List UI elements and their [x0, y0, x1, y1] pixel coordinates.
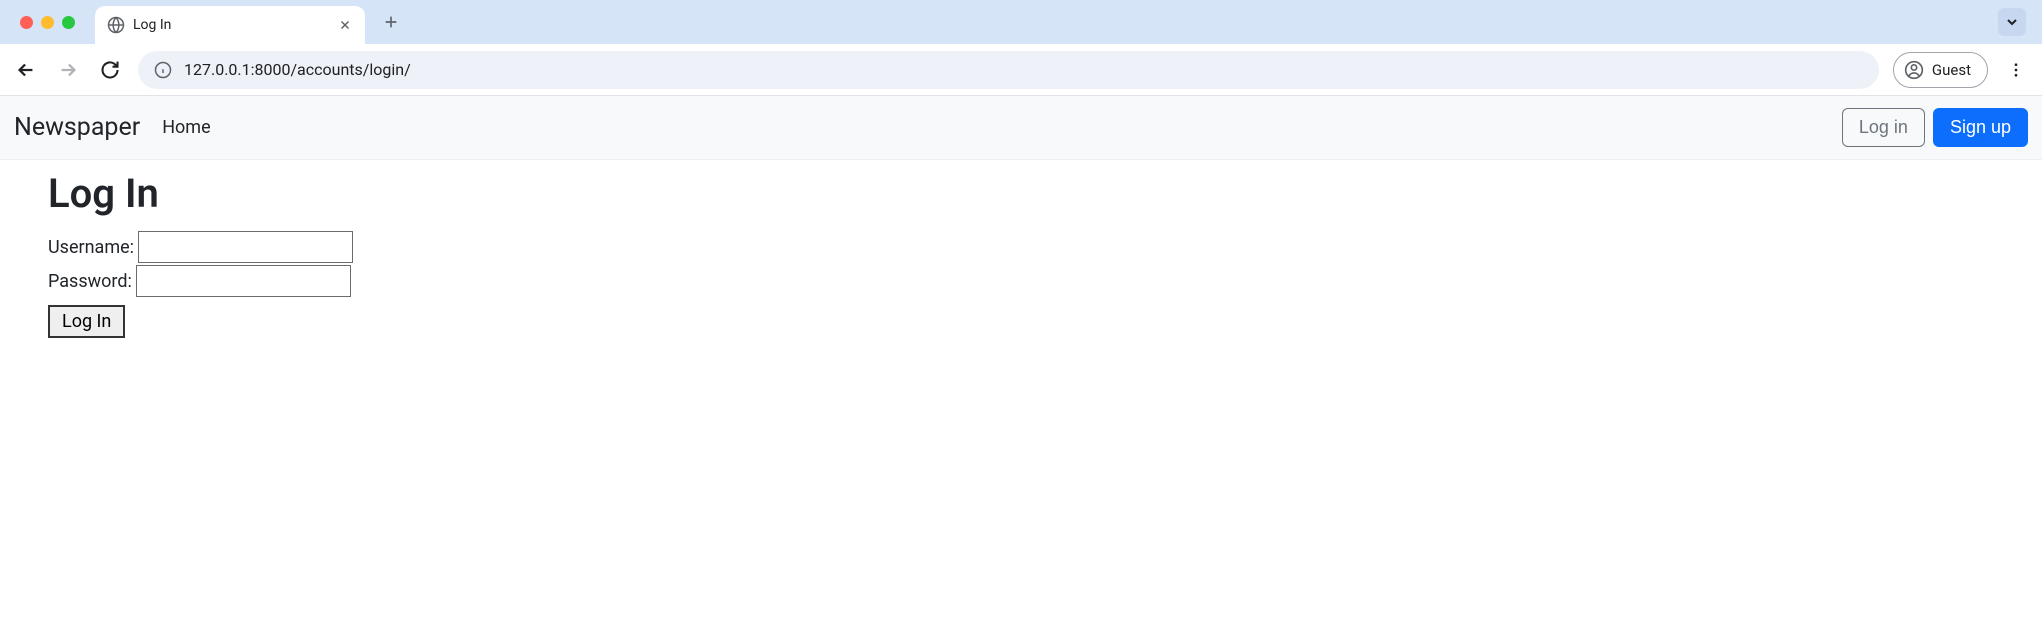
page.password_label: Password: [48, 271, 132, 292]
nav-link-home[interactable]: Home [162, 117, 210, 138]
window-controls [20, 16, 75, 29]
browser-tab[interactable]: Log In [95, 6, 365, 44]
window-minimize-button[interactable] [41, 16, 54, 29]
back-button[interactable] [12, 56, 40, 84]
person-icon [1904, 60, 1924, 80]
url-text: 127.0.0.1:8000/accounts/login/ [184, 60, 411, 79]
site-info-icon[interactable] [154, 61, 172, 79]
password-input[interactable] [136, 265, 351, 297]
navbar-brand[interactable]: Newspaper [14, 113, 140, 142]
window-close-button[interactable] [20, 16, 33, 29]
profile-button[interactable]: Guest [1893, 52, 1988, 88]
tab-close-button[interactable] [337, 17, 353, 33]
reload-button[interactable] [96, 56, 124, 84]
browser-toolbar: 127.0.0.1:8000/accounts/login/ Guest [0, 44, 2042, 96]
page-content: Log In Username: Password: Log In [0, 160, 2042, 348]
username-input[interactable] [138, 231, 353, 263]
forward-button[interactable] [54, 56, 82, 84]
window-maximize-button[interactable] [62, 16, 75, 29]
site-navbar: Newspaper Home Log in Sign up [0, 96, 2042, 160]
profile-label: Guest [1932, 61, 1971, 79]
submit-login-button[interactable]: Log In [48, 305, 125, 338]
username-label: Username: [48, 237, 134, 258]
browser-menu-button[interactable] [2002, 56, 2030, 84]
login-button[interactable]: Log in [1842, 108, 1925, 147]
globe-icon [107, 16, 125, 34]
tabs-dropdown-button[interactable] [1998, 8, 2026, 36]
browser-chrome: Log In [0, 0, 2042, 96]
password-row: Password: [48, 265, 1994, 297]
username-row: Username: [48, 231, 1994, 263]
address-bar[interactable]: 127.0.0.1:8000/accounts/login/ [138, 51, 1879, 89]
new-tab-button[interactable] [377, 8, 405, 36]
tab-bar: Log In [0, 0, 2042, 44]
tab-title: Log In [133, 17, 329, 33]
page-title: Log In [48, 170, 1994, 217]
signup-button[interactable]: Sign up [1933, 108, 2028, 147]
